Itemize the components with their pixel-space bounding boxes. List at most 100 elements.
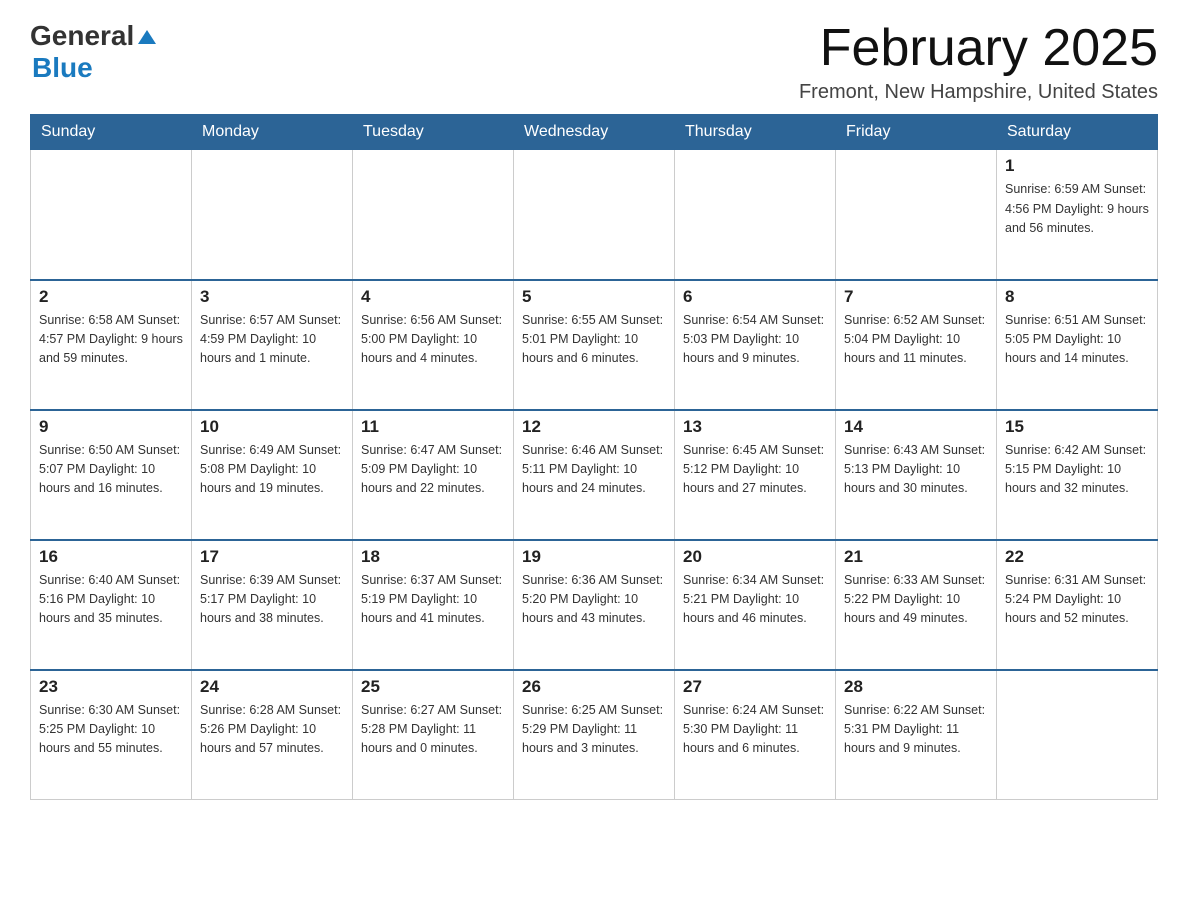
table-row: 16Sunrise: 6:40 AM Sunset: 5:16 PM Dayli… xyxy=(31,540,192,670)
table-row xyxy=(353,150,514,280)
day-info: Sunrise: 6:47 AM Sunset: 5:09 PM Dayligh… xyxy=(361,441,505,499)
day-number: 22 xyxy=(1005,547,1149,567)
day-info: Sunrise: 6:43 AM Sunset: 5:13 PM Dayligh… xyxy=(844,441,988,499)
month-title: February 2025 xyxy=(799,20,1158,77)
logo-triangle-icon xyxy=(136,26,158,48)
day-info: Sunrise: 6:42 AM Sunset: 5:15 PM Dayligh… xyxy=(1005,441,1149,499)
day-number: 15 xyxy=(1005,417,1149,437)
day-number: 8 xyxy=(1005,287,1149,307)
col-monday: Monday xyxy=(192,115,353,150)
day-number: 16 xyxy=(39,547,183,567)
table-row: 23Sunrise: 6:30 AM Sunset: 5:25 PM Dayli… xyxy=(31,670,192,800)
day-info: Sunrise: 6:45 AM Sunset: 5:12 PM Dayligh… xyxy=(683,441,827,499)
day-info: Sunrise: 6:33 AM Sunset: 5:22 PM Dayligh… xyxy=(844,571,988,629)
day-info: Sunrise: 6:46 AM Sunset: 5:11 PM Dayligh… xyxy=(522,441,666,499)
day-info: Sunrise: 6:58 AM Sunset: 4:57 PM Dayligh… xyxy=(39,311,183,369)
calendar-week-row: 2 Sunrise: 6:58 AM Sunset: 4:57 PM Daylig… xyxy=(31,280,1158,410)
col-friday: Friday xyxy=(836,115,997,150)
location-subtitle: Fremont, New Hampshire, United States xyxy=(799,81,1158,104)
table-row: 24Sunrise: 6:28 AM Sunset: 5:26 PM Dayli… xyxy=(192,670,353,800)
logo: General Blue xyxy=(30,20,158,84)
day-info: Sunrise: 6:57 AM Sunset: 4:59 PM Dayligh… xyxy=(200,311,344,369)
day-number: 4 xyxy=(361,287,505,307)
col-sunday: Sunday xyxy=(31,115,192,150)
day-info: Sunrise: 6:56 AM Sunset: 5:00 PM Dayligh… xyxy=(361,311,505,369)
day-info: Sunrise: 6:22 AM Sunset: 5:31 PM Dayligh… xyxy=(844,701,988,759)
day-number: 9 xyxy=(39,417,183,437)
col-thursday: Thursday xyxy=(675,115,836,150)
day-info: Sunrise: 6:30 AM Sunset: 5:25 PM Dayligh… xyxy=(39,701,183,759)
table-row: 11 Sunrise: 6:47 AM Sunset: 5:09 PM Dayli… xyxy=(353,410,514,540)
day-info: Sunrise: 6:31 AM Sunset: 5:24 PM Dayligh… xyxy=(1005,571,1149,629)
table-row: 15 Sunrise: 6:42 AM Sunset: 5:15 PM Dayli… xyxy=(997,410,1158,540)
table-row: 5 Sunrise: 6:55 AM Sunset: 5:01 PM Daylig… xyxy=(514,280,675,410)
logo-blue-text: Blue xyxy=(32,52,93,84)
day-number: 2 xyxy=(39,287,183,307)
day-number: 14 xyxy=(844,417,988,437)
table-row: 13 Sunrise: 6:45 AM Sunset: 5:12 PM Dayli… xyxy=(675,410,836,540)
day-number: 27 xyxy=(683,677,827,697)
table-row: 2 Sunrise: 6:58 AM Sunset: 4:57 PM Daylig… xyxy=(31,280,192,410)
table-row: 25Sunrise: 6:27 AM Sunset: 5:28 PM Dayli… xyxy=(353,670,514,800)
day-info: Sunrise: 6:55 AM Sunset: 5:01 PM Dayligh… xyxy=(522,311,666,369)
calendar-week-row: 1 Sunrise: 6:59 AM Sunset: 4:56 PM Daylig… xyxy=(31,150,1158,280)
table-row: 3 Sunrise: 6:57 AM Sunset: 4:59 PM Daylig… xyxy=(192,280,353,410)
calendar-week-row: 16Sunrise: 6:40 AM Sunset: 5:16 PM Dayli… xyxy=(31,540,1158,670)
day-info: Sunrise: 6:50 AM Sunset: 5:07 PM Dayligh… xyxy=(39,441,183,499)
table-row: 10 Sunrise: 6:49 AM Sunset: 5:08 PM Dayli… xyxy=(192,410,353,540)
day-number: 10 xyxy=(200,417,344,437)
day-info: Sunrise: 6:27 AM Sunset: 5:28 PM Dayligh… xyxy=(361,701,505,759)
day-number: 7 xyxy=(844,287,988,307)
table-row: 21 Sunrise: 6:33 AM Sunset: 5:22 PM Dayli… xyxy=(836,540,997,670)
day-number: 24 xyxy=(200,677,344,697)
table-row: 14 Sunrise: 6:43 AM Sunset: 5:13 PM Dayli… xyxy=(836,410,997,540)
table-row xyxy=(675,150,836,280)
col-wednesday: Wednesday xyxy=(514,115,675,150)
day-number: 13 xyxy=(683,417,827,437)
day-info: Sunrise: 6:37 AM Sunset: 5:19 PM Dayligh… xyxy=(361,571,505,629)
day-number: 3 xyxy=(200,287,344,307)
logo-general-text: General xyxy=(30,20,134,52)
day-number: 5 xyxy=(522,287,666,307)
table-row xyxy=(997,670,1158,800)
table-row: 6 Sunrise: 6:54 AM Sunset: 5:03 PM Daylig… xyxy=(675,280,836,410)
day-number: 18 xyxy=(361,547,505,567)
day-info: Sunrise: 6:34 AM Sunset: 5:21 PM Dayligh… xyxy=(683,571,827,629)
day-number: 28 xyxy=(844,677,988,697)
table-row: 7 Sunrise: 6:52 AM Sunset: 5:04 PM Daylig… xyxy=(836,280,997,410)
page-header: General Blue February 2025 Fremont, New … xyxy=(30,20,1158,104)
table-row: 27 Sunrise: 6:24 AM Sunset: 5:30 PM Dayli… xyxy=(675,670,836,800)
day-number: 1 xyxy=(1005,156,1149,176)
day-number: 17 xyxy=(200,547,344,567)
day-number: 21 xyxy=(844,547,988,567)
day-info: Sunrise: 6:49 AM Sunset: 5:08 PM Dayligh… xyxy=(200,441,344,499)
table-row: 20Sunrise: 6:34 AM Sunset: 5:21 PM Dayli… xyxy=(675,540,836,670)
day-info: Sunrise: 6:39 AM Sunset: 5:17 PM Dayligh… xyxy=(200,571,344,629)
calendar-week-row: 9 Sunrise: 6:50 AM Sunset: 5:07 PM Daylig… xyxy=(31,410,1158,540)
col-saturday: Saturday xyxy=(997,115,1158,150)
table-row xyxy=(836,150,997,280)
table-row: 9 Sunrise: 6:50 AM Sunset: 5:07 PM Daylig… xyxy=(31,410,192,540)
table-row: 8 Sunrise: 6:51 AM Sunset: 5:05 PM Daylig… xyxy=(997,280,1158,410)
table-row: 19Sunrise: 6:36 AM Sunset: 5:20 PM Dayli… xyxy=(514,540,675,670)
day-info: Sunrise: 6:59 AM Sunset: 4:56 PM Dayligh… xyxy=(1005,180,1149,238)
day-info: Sunrise: 6:25 AM Sunset: 5:29 PM Dayligh… xyxy=(522,701,666,759)
calendar-header-row: Sunday Monday Tuesday Wednesday Thursday… xyxy=(31,115,1158,150)
table-row: 4 Sunrise: 6:56 AM Sunset: 5:00 PM Daylig… xyxy=(353,280,514,410)
title-section: February 2025 Fremont, New Hampshire, Un… xyxy=(799,20,1158,104)
day-number: 11 xyxy=(361,417,505,437)
day-number: 26 xyxy=(522,677,666,697)
table-row: 28 Sunrise: 6:22 AM Sunset: 5:31 PM Dayli… xyxy=(836,670,997,800)
calendar-week-row: 23Sunrise: 6:30 AM Sunset: 5:25 PM Dayli… xyxy=(31,670,1158,800)
day-info: Sunrise: 6:52 AM Sunset: 5:04 PM Dayligh… xyxy=(844,311,988,369)
table-row xyxy=(31,150,192,280)
table-row: 12Sunrise: 6:46 AM Sunset: 5:11 PM Dayli… xyxy=(514,410,675,540)
day-number: 6 xyxy=(683,287,827,307)
day-info: Sunrise: 6:24 AM Sunset: 5:30 PM Dayligh… xyxy=(683,701,827,759)
table-row: 18 Sunrise: 6:37 AM Sunset: 5:19 PM Dayli… xyxy=(353,540,514,670)
day-info: Sunrise: 6:36 AM Sunset: 5:20 PM Dayligh… xyxy=(522,571,666,629)
day-info: Sunrise: 6:54 AM Sunset: 5:03 PM Dayligh… xyxy=(683,311,827,369)
day-info: Sunrise: 6:51 AM Sunset: 5:05 PM Dayligh… xyxy=(1005,311,1149,369)
col-tuesday: Tuesday xyxy=(353,115,514,150)
table-row: 22 Sunrise: 6:31 AM Sunset: 5:24 PM Dayli… xyxy=(997,540,1158,670)
